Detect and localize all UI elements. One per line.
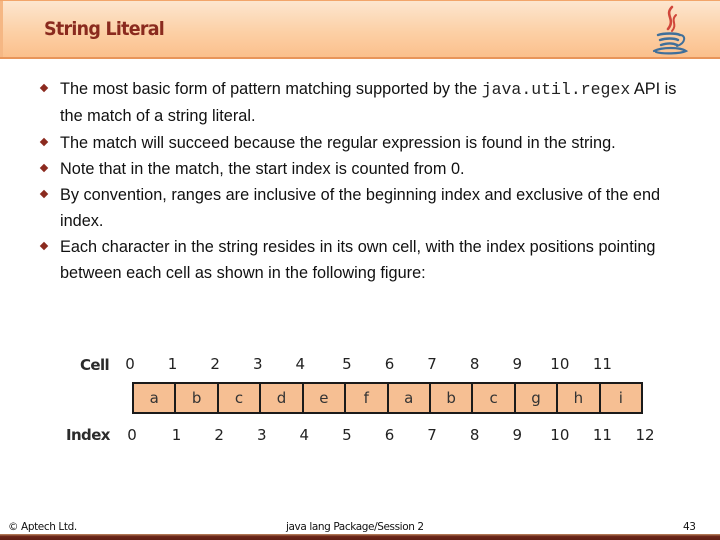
index-number: 7 — [427, 426, 437, 444]
cell-number: 7 — [427, 355, 437, 373]
character-cell: a — [134, 384, 177, 412]
cell-number: 8 — [469, 355, 480, 373]
index-number: 9 — [512, 426, 523, 444]
character-cell: a — [389, 384, 431, 412]
index-number: 11 — [592, 426, 612, 444]
cell-number: 6 — [384, 355, 395, 373]
index-number: 3 — [256, 426, 267, 444]
index-number: 0 — [127, 426, 137, 444]
bullet-item: The match will succeed because the regul… — [38, 130, 678, 156]
cell-number: 10 — [550, 355, 570, 373]
character-cell: f — [346, 384, 389, 412]
character-cell: h — [558, 384, 601, 412]
index-number: 1 — [171, 426, 182, 444]
cell-number: 4 — [295, 355, 306, 373]
header-accent — [0, 1, 3, 57]
index-number: 8 — [469, 426, 480, 444]
slide-title: String Literal — [44, 18, 165, 40]
code-text: java.util.regex — [481, 80, 631, 99]
footer-copyright: © Aptech Ltd. — [8, 521, 77, 533]
bullet-text: The most basic form of pattern matching … — [60, 80, 482, 98]
index-number: 10 — [550, 426, 570, 444]
bullet-item: The most basic form of pattern matching … — [38, 76, 678, 129]
diamond-bullet-icon — [39, 189, 49, 199]
page-number: 43 — [683, 521, 696, 533]
cell-number: 3 — [252, 355, 263, 373]
index-number: 5 — [342, 426, 352, 444]
character-cell: i — [618, 389, 623, 407]
footer-bar — [0, 534, 720, 540]
character-cell: d — [261, 384, 304, 412]
index-row-label: Index — [66, 426, 110, 444]
bullet-item: Each character in the string resides in … — [38, 234, 678, 286]
character-cell: c — [219, 384, 262, 412]
cell-number: 0 — [125, 355, 135, 373]
index-number: 6 — [384, 426, 395, 444]
bullet-text: Each character in the string resides in … — [60, 238, 656, 282]
diamond-bullet-icon — [39, 83, 49, 93]
character-cell: b — [431, 384, 474, 412]
cell-row-label: Cell — [80, 356, 110, 374]
character-cells: abcdefabcghi — [132, 382, 643, 414]
bullet-item: Note that in the match, the start index … — [38, 156, 678, 182]
bullet-list: The most basic form of pattern matching … — [38, 76, 678, 286]
cell-number: 11 — [592, 355, 612, 373]
cell-number: 1 — [167, 355, 178, 373]
slide-header: String Literal — [0, 0, 720, 59]
index-number: 2 — [214, 426, 224, 444]
diamond-bullet-icon — [39, 137, 49, 147]
bullet-text: The match will succeed because the regul… — [60, 134, 616, 152]
index-number: 12 — [635, 426, 655, 444]
character-cell: g — [516, 384, 559, 412]
character-cell: c — [473, 384, 516, 412]
cell-number: 2 — [210, 355, 220, 373]
character-cell: b — [176, 384, 219, 412]
footer-session: java lang Package/Session 2 — [286, 521, 424, 533]
bullet-text: By convention, ranges are inclusive of t… — [60, 186, 661, 230]
diamond-bullet-icon — [39, 241, 49, 251]
diamond-bullet-icon — [39, 163, 49, 173]
character-cell: e — [304, 384, 347, 412]
cell-number: 5 — [342, 355, 352, 373]
cell-number: 9 — [512, 355, 523, 373]
index-number: 4 — [299, 426, 310, 444]
java-coffee-cup-icon — [652, 5, 689, 55]
bullet-item: By convention, ranges are inclusive of t… — [38, 182, 678, 234]
bullet-text: Note that in the match, the start index … — [60, 160, 465, 178]
